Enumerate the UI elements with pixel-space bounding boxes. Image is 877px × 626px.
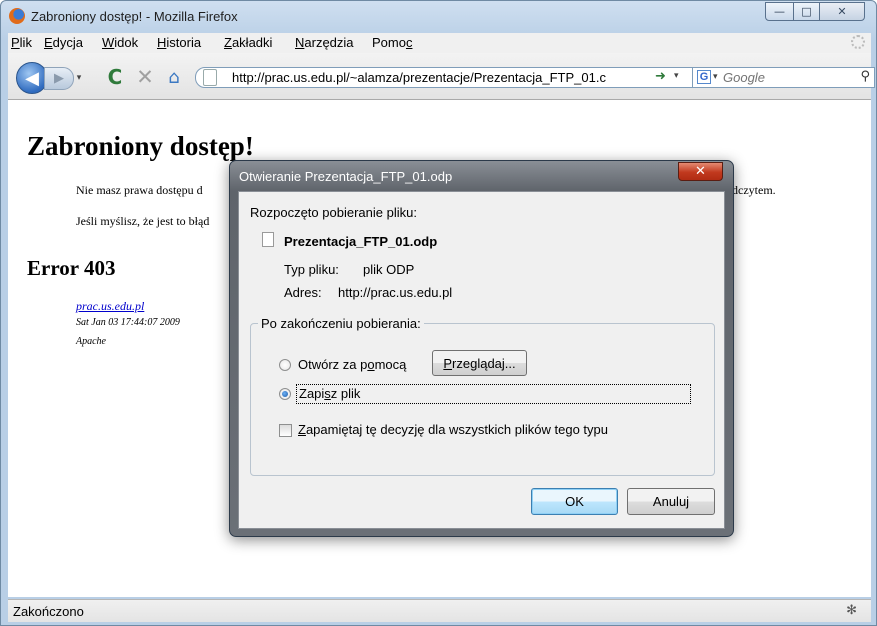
home-icon[interactable]: ⌂ [163, 66, 185, 88]
server-date: Sat Jan 03 17:44:07 2009 [76, 317, 180, 328]
stop-icon[interactable]: ✕ [134, 65, 156, 89]
status-bar: Zakończono ✻ [8, 599, 871, 622]
save-file-radio[interactable] [279, 388, 291, 400]
page-title: Zabroniony dostęp! [27, 131, 254, 161]
menu-historia[interactable]: Historia [157, 35, 201, 50]
remember-label[interactable]: Zapamiętaj tę decyzję dla wszystkich pli… [298, 422, 608, 437]
server-link[interactable]: prac.us.edu.pl [76, 299, 144, 314]
file-type-value: plik ODP [363, 262, 415, 277]
file-address-value: http://prac.us.edu.pl [338, 285, 453, 300]
throbber-icon [851, 35, 865, 49]
dialog-title: Otwieranie Prezentacja_FTP_01.odp [239, 169, 453, 184]
download-intro: Rozpoczęto pobieranie pliku: [250, 205, 417, 220]
menu-zakladki[interactable]: Zakładki [224, 35, 272, 50]
page-paragraph-2: Jeśli myślisz, że jest to błąd [76, 214, 210, 228]
save-file-label[interactable]: Zapisz plik [299, 386, 360, 401]
file-name: Prezentacja_FTP_01.odp [284, 234, 438, 249]
file-icon [262, 232, 274, 247]
url-bar[interactable]: http://prac.us.edu.pl/~alamza/prezentacj… [195, 67, 697, 88]
history-dropdown-icon[interactable]: ▾ [72, 67, 86, 88]
ok-button[interactable]: OK [531, 488, 618, 515]
url-dropdown-icon[interactable]: ▾ [674, 71, 679, 81]
download-dialog: Otwieranie Prezentacja_FTP_01.odp ✕ Rozp… [229, 160, 734, 537]
search-bar: G ▾ ⚲ [692, 67, 875, 88]
search-icon[interactable]: ⚲ [860, 69, 870, 84]
dialog-body: Rozpoczęto pobieranie pliku: Prezentacja… [238, 191, 725, 529]
server-name: Apache [76, 336, 106, 347]
browse-button[interactable]: Przeglądaj... [432, 350, 527, 376]
firefox-icon [9, 8, 25, 24]
reload-icon[interactable]: C [104, 65, 126, 89]
search-input[interactable] [723, 70, 851, 85]
remember-checkbox[interactable] [279, 424, 292, 437]
url-text[interactable]: http://prac.us.edu.pl/~alamza/prezentacj… [232, 70, 644, 85]
file-address-label: Adres: [284, 285, 322, 300]
close-window-button[interactable]: ✕ [819, 2, 865, 21]
maximize-button[interactable]: □ [793, 2, 820, 21]
navigation-toolbar: ◀ ▶ ▾ C ✕ ⌂ http://prac.us.edu.pl/~alamz… [8, 53, 875, 100]
go-arrow-icon[interactable]: ➜ [655, 69, 666, 84]
open-with-label[interactable]: Otwórz za pomocą [298, 357, 406, 372]
forward-button[interactable]: ▶ [44, 67, 74, 90]
menu-bar: Plik Edycja Widok Historia Zakładki Narz… [8, 33, 871, 53]
google-icon[interactable]: G [697, 70, 711, 84]
minimize-button[interactable]: — [765, 2, 794, 21]
search-engine-dropdown-icon[interactable]: ▾ [713, 71, 718, 82]
open-with-radio[interactable] [279, 359, 291, 371]
menu-narzedzia[interactable]: Narzędzia [295, 35, 354, 50]
window-title: Zabroniony dostęp! - Mozilla Firefox [31, 9, 238, 24]
menu-plik[interactable]: Plik [11, 35, 32, 50]
menu-pomoc[interactable]: Pomoc [372, 35, 412, 50]
page-icon [203, 69, 217, 86]
cancel-button[interactable]: Anuluj [627, 488, 715, 515]
error-title: Error 403 [27, 256, 116, 280]
status-text: Zakończono [13, 604, 84, 619]
status-activity-icon: ✻ [846, 603, 857, 618]
group-label: Po zakończeniu pobierania: [258, 316, 424, 331]
page-paragraph-1-end: dczytem. [732, 183, 776, 197]
file-type-label: Typ pliku: [284, 262, 339, 277]
menu-widok[interactable]: Widok [102, 35, 138, 50]
menu-edycja[interactable]: Edycja [44, 35, 83, 50]
dialog-close-button[interactable]: ✕ [678, 162, 723, 181]
page-paragraph-1: Nie masz prawa dostępu d [76, 183, 203, 197]
title-bar[interactable]: Zabroniony dostęp! - Mozilla Firefox — □… [1, 1, 876, 33]
